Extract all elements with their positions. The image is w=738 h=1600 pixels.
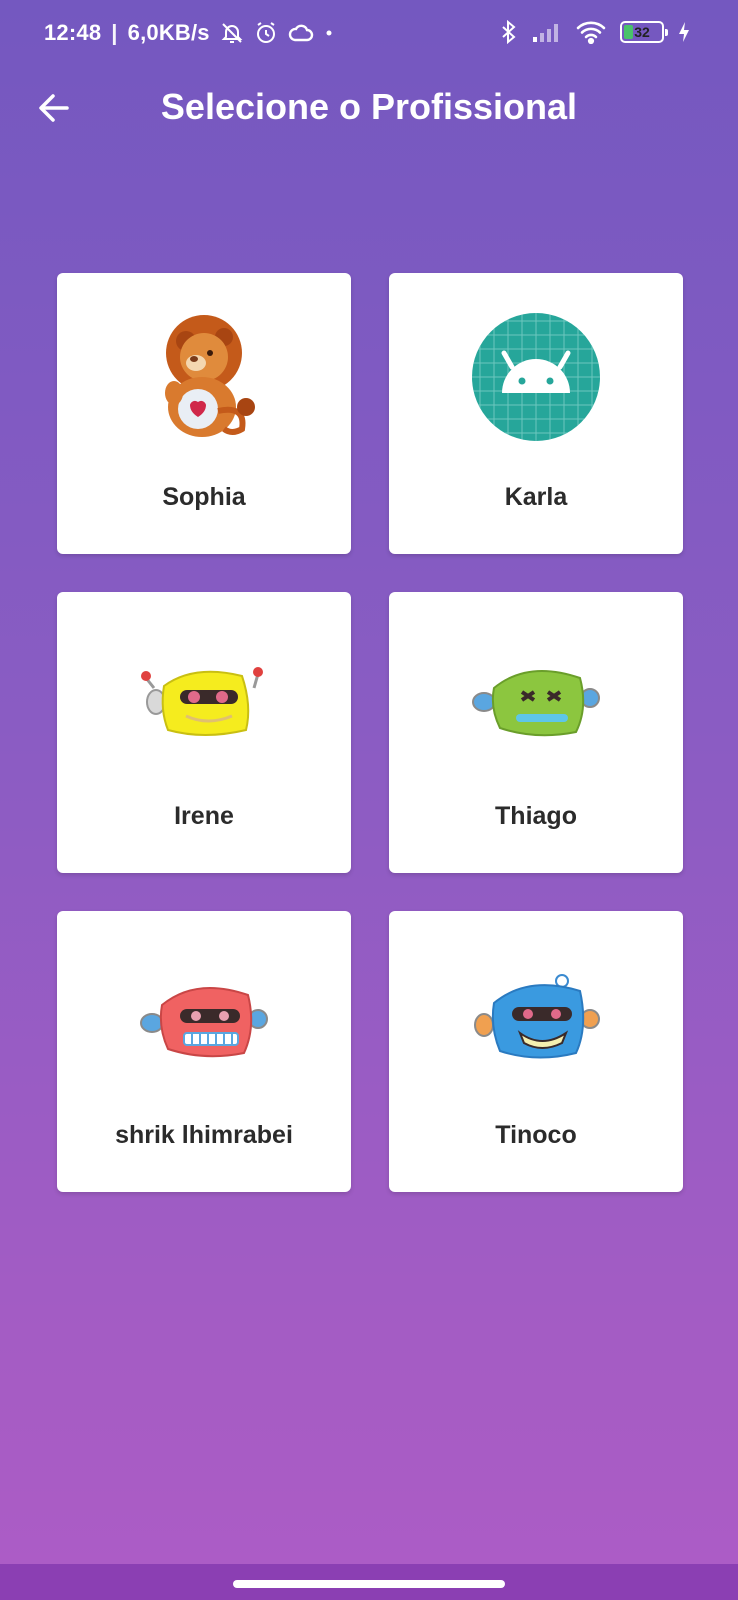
professional-name: Thiago: [495, 802, 577, 830]
mute-bell-icon: [220, 21, 244, 45]
professional-card[interactable]: shrik lhimrabei: [57, 911, 351, 1192]
navigation-bar: [0, 1564, 738, 1600]
status-bar: 12:48 | 6,0KB/s 32: [0, 0, 738, 70]
yellow-robot-avatar: [134, 626, 274, 766]
professional-card[interactable]: Irene: [57, 592, 351, 873]
home-indicator[interactable]: [233, 1580, 505, 1588]
status-left: 12:48 | 6,0KB/s: [44, 20, 334, 46]
app-bar: Selecione o Profissional: [0, 70, 738, 150]
professional-name: Tinoco: [495, 1121, 577, 1149]
network-speed: 6,0KB/s: [127, 20, 210, 45]
page-title: Selecione o Profissional: [160, 86, 578, 127]
professional-name: Karla: [504, 483, 568, 511]
professional-name: shrik lhimrabei: [115, 1121, 293, 1149]
status-right: 32: [500, 20, 690, 44]
signal-icon: [532, 21, 562, 43]
green-robot-avatar: [466, 626, 606, 766]
blue-robot-avatar: [466, 945, 606, 1085]
red-robot-avatar: [134, 945, 274, 1085]
professional-card[interactable]: Thiago: [389, 592, 683, 873]
professionals-grid: Sophia Karla Irene Thiago shrik lhimrabe…: [57, 273, 683, 1192]
wifi-icon: [576, 20, 606, 44]
charging-icon: [678, 21, 690, 43]
professional-card[interactable]: Tinoco: [389, 911, 683, 1192]
professional-name: Irene: [174, 802, 234, 830]
dot-icon: [324, 28, 334, 38]
bluetooth-icon: [500, 20, 518, 44]
battery-icon: 32: [620, 21, 668, 43]
status-time: 12:48: [44, 20, 102, 45]
professional-card[interactable]: Sophia: [57, 273, 351, 554]
android-avatar: [466, 307, 606, 447]
alarm-icon: [254, 21, 278, 45]
battery-level: 32: [634, 24, 650, 40]
battery-fill: [624, 25, 633, 39]
professional-card[interactable]: Karla: [389, 273, 683, 554]
professional-name: Sophia: [162, 483, 246, 511]
lion-bear-avatar: [134, 307, 274, 447]
cloud-icon: [288, 23, 314, 43]
status-separator: |: [111, 20, 118, 45]
